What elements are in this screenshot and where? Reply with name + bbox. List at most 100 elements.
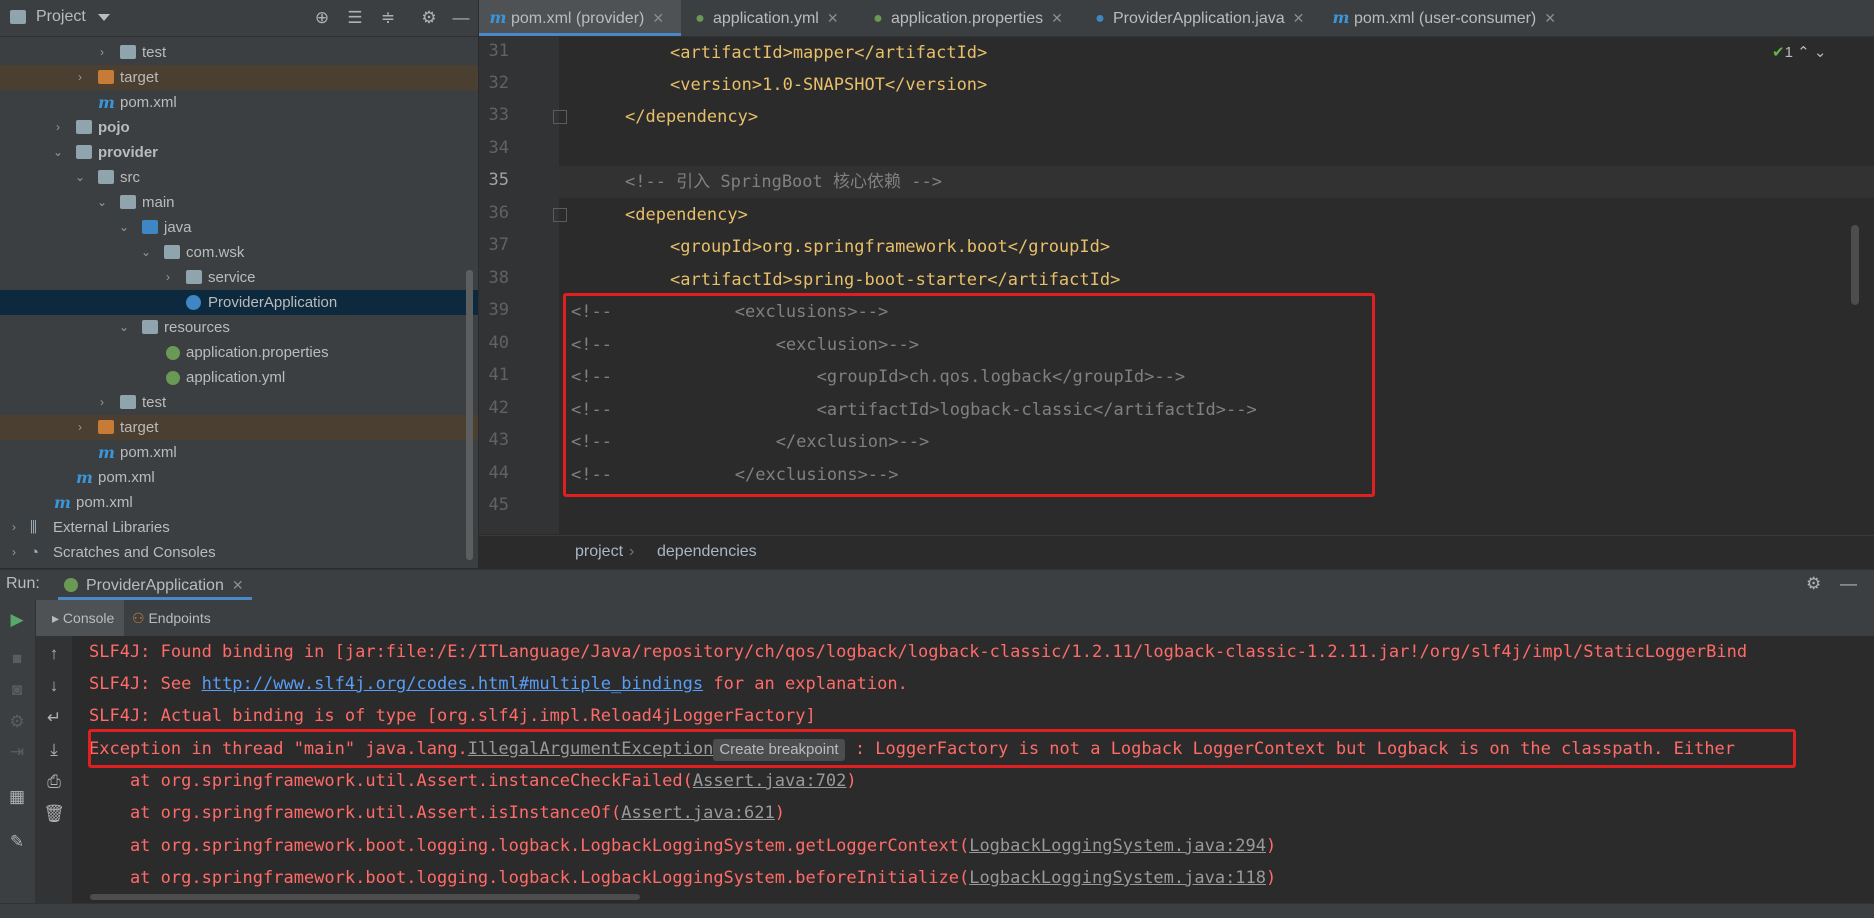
tab-console[interactable]: ▸ Console — [36, 600, 124, 636]
line-number: 35 — [488, 170, 509, 190]
tree-scrollbar[interactable] — [466, 270, 473, 560]
tree-item[interactable]: › ⫼ External Libraries — [0, 515, 478, 540]
chevron-right-icon[interactable]: › — [96, 390, 108, 415]
code-line: <artifactId>spring-boot-starter</artifac… — [670, 270, 1121, 290]
code-line: <groupId>org.springframework.boot</group… — [670, 237, 1111, 257]
tree-item[interactable]: m pom.xml — [0, 490, 478, 515]
inspection-widget[interactable]: ✔1 ⌃ ⌄ — [1772, 43, 1826, 61]
chevron-right-icon[interactable]: › — [74, 65, 86, 90]
tree-item[interactable]: › service — [0, 265, 478, 290]
tab-application-yml[interactable]: ● application.yml ✕ — [691, 0, 839, 36]
tab-application-properties[interactable]: ● application.properties ✕ — [869, 0, 1063, 36]
exit-icon[interactable]: ⇥ — [5, 742, 29, 762]
line-number: 38 — [488, 268, 509, 288]
editor-scrollbar[interactable] — [1851, 225, 1859, 305]
trash-icon[interactable]: 🗑 — [42, 804, 66, 824]
chevron-right-icon[interactable]: › — [52, 115, 64, 140]
tree-item[interactable]: › test — [0, 390, 478, 415]
line-number: 37 — [488, 235, 509, 255]
tree-item[interactable]: › test — [0, 40, 478, 65]
tree-item[interactable]: m pom.xml — [0, 440, 478, 465]
chevron-down-icon[interactable]: ⌄ — [118, 315, 130, 340]
tab-endpoints[interactable]: ⚇ Endpoints — [132, 600, 211, 636]
console-horizontal-scrollbar[interactable] — [90, 894, 640, 900]
camera-icon[interactable]: ◙ — [5, 680, 29, 700]
console-output[interactable]: SLF4J: Found binding in [jar:file:/E:/IT… — [73, 636, 1874, 903]
chevron-down-icon[interactable]: ⌄ — [96, 190, 108, 215]
stack-link[interactable]: LogbackLoggingSystem.java:294 — [969, 836, 1266, 856]
tree-item[interactable]: › ◔ Scratches and Consoles — [0, 540, 478, 565]
chevron-down-icon[interactable] — [98, 14, 110, 21]
project-tree[interactable]: › test › target m pom.xml › pojo ⌄ provi… — [0, 37, 478, 568]
gear-small-icon[interactable]: ⚙ — [5, 712, 29, 732]
minimize-icon[interactable]: — — [450, 7, 472, 29]
tree-item[interactable]: › target — [0, 65, 478, 90]
stop-icon[interactable]: ■ — [5, 649, 29, 669]
tree-item[interactable]: ⌄ src — [0, 165, 478, 190]
chevron-up-icon[interactable]: ⌃ — [1797, 44, 1810, 61]
stack-link[interactable]: Assert.java:702 — [693, 771, 847, 791]
folder-icon — [98, 170, 114, 184]
soft-wrap-icon[interactable]: ↵ — [42, 708, 66, 728]
close-icon[interactable]: ✕ — [232, 577, 244, 593]
stack-link[interactable]: LogbackLoggingSystem.java:118 — [969, 868, 1266, 888]
close-icon[interactable]: ✕ — [1293, 10, 1305, 26]
chevron-right-icon[interactable]: › — [96, 40, 108, 65]
tree-item[interactable]: › pojo — [0, 115, 478, 140]
chevron-right-icon[interactable]: › — [8, 540, 20, 565]
chevron-down-icon[interactable]: ⌄ — [74, 165, 86, 190]
arrow-down-icon[interactable]: ↓ — [42, 676, 66, 696]
stack-link[interactable]: Assert.java:621 — [621, 803, 775, 823]
tree-item[interactable]: m pom.xml — [0, 465, 478, 490]
gear-icon[interactable]: ⚙ — [418, 7, 440, 29]
chevron-right-icon[interactable]: › — [8, 515, 20, 540]
libraries-icon: ⫼ — [30, 519, 37, 536]
chevron-down-icon[interactable]: ⌄ — [118, 215, 130, 240]
tree-item[interactable]: ⌄ java — [0, 215, 478, 240]
breadcrumb-item[interactable]: dependencies — [657, 543, 757, 561]
tab-pom-user-consumer[interactable]: m pom.xml (user-consumer) ✕ — [1332, 0, 1556, 36]
print-icon[interactable]: ⎙ — [42, 772, 66, 792]
package-icon — [186, 270, 202, 284]
chevron-right-icon[interactable]: › — [162, 265, 174, 290]
tree-item[interactable]: ⌄ provider — [0, 140, 478, 165]
spring-icon: ● — [695, 10, 705, 27]
tree-item[interactable]: application.properties — [0, 340, 478, 365]
rerun-icon[interactable]: ▶ — [5, 610, 29, 630]
run-tab-provider-application[interactable]: ProviderApplication ✕ — [58, 570, 252, 600]
close-icon[interactable]: ✕ — [1051, 10, 1063, 26]
class-icon — [186, 295, 201, 310]
chevron-down-icon[interactable]: ⌄ — [140, 240, 152, 265]
chevron-down-icon[interactable]: ⌄ — [1814, 44, 1827, 61]
scratches-icon: ◔ — [30, 544, 40, 561]
scroll-to-end-icon[interactable]: ⤓ — [42, 740, 66, 760]
tree-item-selected[interactable]: ProviderApplication — [0, 290, 478, 315]
tree-item[interactable]: ⌄ resources — [0, 315, 478, 340]
tree-item[interactable]: m pom.xml — [0, 90, 478, 115]
locate-icon[interactable]: ⊕ — [311, 7, 333, 29]
close-icon[interactable]: ✕ — [827, 10, 839, 26]
pin-icon[interactable]: ✎ — [5, 832, 29, 852]
tab-provider-application-java[interactable]: ● ProviderApplication.java ✕ — [1091, 0, 1304, 36]
minimize-icon[interactable]: — — [1840, 574, 1857, 594]
tree-item[interactable]: ⌄ main — [0, 190, 478, 215]
close-icon[interactable]: ✕ — [1544, 10, 1556, 26]
console-link[interactable]: http://www.slf4j.org/codes.html#multiple… — [202, 674, 704, 694]
project-view-selector[interactable]: Project — [36, 8, 86, 26]
module-icon — [76, 120, 92, 134]
project-view-icon — [10, 10, 26, 24]
layout-icon[interactable]: ▦ — [5, 787, 29, 807]
tree-item[interactable]: › target — [0, 415, 478, 440]
tree-item[interactable]: ⌄ com.wsk — [0, 240, 478, 265]
chevron-down-icon[interactable]: ⌄ — [52, 140, 64, 165]
tab-pom-provider[interactable]: m pom.xml (provider) ✕ — [479, 0, 681, 36]
expand-all-icon[interactable]: ☰ — [344, 7, 366, 29]
chevron-right-icon[interactable]: › — [74, 415, 86, 440]
gear-icon[interactable]: ⚙ — [1806, 574, 1821, 594]
collapse-all-icon[interactable]: ≑ — [377, 7, 399, 29]
line-number: 39 — [488, 300, 509, 320]
tree-item[interactable]: application.yml — [0, 365, 478, 390]
arrow-up-icon[interactable]: ↑ — [42, 644, 66, 664]
close-icon[interactable]: ✕ — [652, 10, 664, 26]
breadcrumb-item[interactable]: project — [575, 543, 623, 561]
